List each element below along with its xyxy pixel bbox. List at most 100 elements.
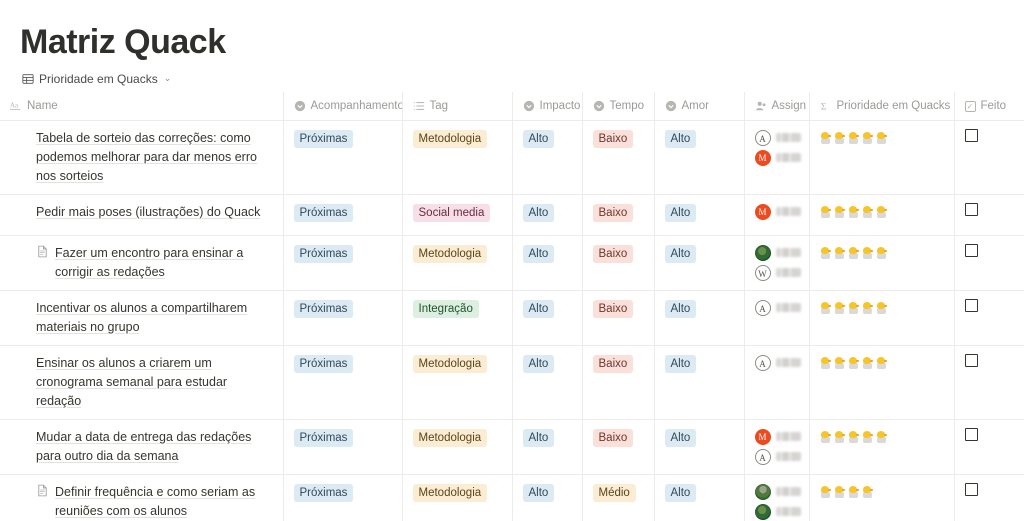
- impacto-pill[interactable]: Alto: [522, 484, 555, 502]
- cell-tempo[interactable]: Baixo: [582, 419, 655, 475]
- cell-tag[interactable]: Integração: [402, 290, 513, 346]
- column-header-tempo[interactable]: Tempo: [582, 92, 655, 121]
- feito-checkbox[interactable]: [964, 129, 978, 142]
- amor-pill[interactable]: Alto: [664, 130, 697, 148]
- column-header-tag[interactable]: Tag: [402, 92, 513, 121]
- cell-assign[interactable]: A: [744, 290, 810, 346]
- impacto-pill[interactable]: Alto: [522, 355, 555, 373]
- cell-impacto[interactable]: Alto: [512, 345, 583, 420]
- tempo-pill[interactable]: Médio: [592, 484, 636, 502]
- cell-acompanhamento[interactable]: Próximas: [283, 235, 403, 291]
- amor-pill[interactable]: Alto: [664, 429, 697, 447]
- cell-impacto[interactable]: Alto: [512, 194, 583, 236]
- avatar[interactable]: [754, 483, 771, 500]
- cell-tag[interactable]: Metodologia: [402, 474, 513, 521]
- impacto-pill[interactable]: Alto: [522, 130, 555, 148]
- avatar[interactable]: A: [754, 299, 771, 316]
- acompanhamento-pill[interactable]: Próximas: [293, 204, 354, 222]
- avatar[interactable]: A: [754, 448, 771, 465]
- impacto-pill[interactable]: Alto: [522, 429, 555, 447]
- cell-amor[interactable]: Alto: [654, 345, 745, 420]
- tempo-pill[interactable]: Baixo: [592, 204, 634, 222]
- cell-amor[interactable]: Alto: [654, 419, 745, 475]
- avatar[interactable]: M: [754, 203, 771, 220]
- cell-feito[interactable]: [954, 345, 1024, 420]
- cell-impacto[interactable]: Alto: [512, 419, 583, 475]
- avatar[interactable]: W: [754, 264, 771, 281]
- cell-tempo[interactable]: Baixo: [582, 290, 655, 346]
- cell-tag[interactable]: Metodologia: [402, 345, 513, 420]
- feito-checkbox[interactable]: [964, 428, 978, 441]
- cell-feito[interactable]: [954, 120, 1024, 195]
- cell-amor[interactable]: Alto: [654, 290, 745, 346]
- avatar[interactable]: [754, 503, 771, 520]
- row-title[interactable]: Mudar a data de entrega das redações par…: [36, 428, 275, 466]
- acompanhamento-pill[interactable]: Próximas: [293, 300, 354, 318]
- cell-name[interactable]: Mudar a data de entrega das redações par…: [0, 419, 284, 475]
- cell-tag[interactable]: Metodologia: [402, 120, 513, 195]
- cell-tempo[interactable]: Baixo: [582, 345, 655, 420]
- cell-acompanhamento[interactable]: Próximas: [283, 290, 403, 346]
- cell-amor[interactable]: Alto: [654, 474, 745, 521]
- row-title[interactable]: Ensinar os alunos a criarem um cronogram…: [36, 354, 275, 411]
- table-row[interactable]: Incentivar os alunos a compartilharem ma…: [0, 290, 1024, 346]
- tempo-pill[interactable]: Baixo: [592, 130, 634, 148]
- cell-impacto[interactable]: Alto: [512, 235, 583, 291]
- tag-pill[interactable]: Metodologia: [412, 130, 488, 148]
- cell-amor[interactable]: Alto: [654, 194, 745, 236]
- cell-amor[interactable]: Alto: [654, 120, 745, 195]
- cell-name[interactable]: Ensinar os alunos a criarem um cronogram…: [0, 345, 284, 420]
- avatar[interactable]: A: [754, 129, 771, 146]
- impacto-pill[interactable]: Alto: [522, 300, 555, 318]
- cell-tempo[interactable]: Baixo: [582, 194, 655, 236]
- cell-feito[interactable]: [954, 474, 1024, 521]
- cell-assign[interactable]: A: [744, 345, 810, 420]
- row-title[interactable]: Definir frequência e como seriam as reun…: [55, 483, 275, 521]
- cell-impacto[interactable]: Alto: [512, 290, 583, 346]
- column-header-impacto[interactable]: Impacto: [512, 92, 583, 121]
- acompanhamento-pill[interactable]: Próximas: [293, 245, 354, 263]
- amor-pill[interactable]: Alto: [664, 484, 697, 502]
- cell-acompanhamento[interactable]: Próximas: [283, 474, 403, 521]
- cell-assign[interactable]: MA: [744, 419, 810, 475]
- cell-assign[interactable]: MAW: [744, 474, 810, 521]
- cell-impacto[interactable]: Alto: [512, 474, 583, 521]
- feito-checkbox[interactable]: [964, 244, 978, 257]
- cell-acompanhamento[interactable]: Próximas: [283, 345, 403, 420]
- cell-tag[interactable]: Metodologia: [402, 419, 513, 475]
- cell-acompanhamento[interactable]: Próximas: [283, 419, 403, 475]
- cell-acompanhamento[interactable]: Próximas: [283, 120, 403, 195]
- avatar[interactable]: A: [754, 354, 771, 371]
- impacto-pill[interactable]: Alto: [522, 204, 555, 222]
- cell-amor[interactable]: Alto: [654, 235, 745, 291]
- cell-name[interactable]: Tabela de sorteio das correções: como po…: [0, 120, 284, 195]
- impacto-pill[interactable]: Alto: [522, 245, 555, 263]
- cell-tag[interactable]: Metodologia: [402, 235, 513, 291]
- tag-pill[interactable]: Metodologia: [412, 429, 488, 447]
- tag-pill[interactable]: Metodologia: [412, 245, 488, 263]
- tag-pill[interactable]: Social media: [412, 204, 491, 222]
- feito-checkbox[interactable]: [964, 299, 978, 312]
- table-row[interactable]: Ensinar os alunos a criarem um cronogram…: [0, 345, 1024, 420]
- table-row[interactable]: Mudar a data de entrega das redações par…: [0, 419, 1024, 475]
- cell-feito[interactable]: [954, 290, 1024, 346]
- acompanhamento-pill[interactable]: Próximas: [293, 355, 354, 373]
- row-title[interactable]: Fazer um encontro para ensinar a corrigi…: [55, 244, 275, 282]
- tempo-pill[interactable]: Baixo: [592, 300, 634, 318]
- column-header-feito[interactable]: ✓ Feito: [954, 92, 1024, 121]
- cell-impacto[interactable]: Alto: [512, 120, 583, 195]
- column-header-acompanhamento[interactable]: Acompanhamento: [283, 92, 403, 121]
- amor-pill[interactable]: Alto: [664, 245, 697, 263]
- column-header-amor[interactable]: Amor: [654, 92, 745, 121]
- acompanhamento-pill[interactable]: Próximas: [293, 484, 354, 502]
- tempo-pill[interactable]: Baixo: [592, 429, 634, 447]
- cell-feito[interactable]: [954, 194, 1024, 236]
- amor-pill[interactable]: Alto: [664, 355, 697, 373]
- tempo-pill[interactable]: Baixo: [592, 355, 634, 373]
- table-row[interactable]: Tabela de sorteio das correções: como po…: [0, 120, 1024, 195]
- feito-checkbox[interactable]: [964, 483, 978, 496]
- table-row[interactable]: Pedir mais poses (ilustrações) do Quack …: [0, 194, 1024, 236]
- row-title[interactable]: Tabela de sorteio das correções: como po…: [36, 129, 275, 186]
- cell-assign[interactable]: M: [744, 194, 810, 236]
- cell-feito[interactable]: [954, 235, 1024, 291]
